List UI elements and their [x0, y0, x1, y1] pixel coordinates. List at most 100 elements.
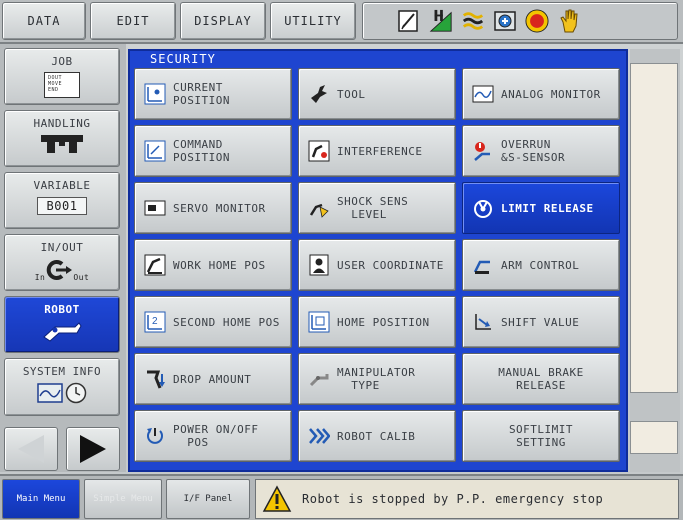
right-small-panel	[630, 421, 678, 454]
interference-button[interactable]: INTERFERENCE	[298, 125, 456, 177]
shift-value-icon	[471, 310, 495, 334]
nav-inout-label: IN/OUT	[40, 241, 84, 254]
warning-icon	[262, 485, 292, 513]
robot-arm-icon	[41, 320, 83, 345]
second-home-pos-label: SECOND HOME POS	[173, 315, 280, 329]
nav-handling-label: HANDLING	[33, 117, 91, 130]
nav-system-info-label: SYSTEM INFO	[22, 365, 102, 378]
analog-monitor-icon	[471, 82, 495, 106]
menu-utility[interactable]: UTILITY	[270, 2, 356, 40]
arm-control-button[interactable]: ARM CONTROL	[462, 239, 620, 291]
manual-brake-release-button[interactable]: MANUAL BRAKE RELEASE	[462, 353, 620, 405]
servo-monitor-icon	[143, 196, 167, 220]
user-coordinate-label: USER COORDINATE	[337, 258, 444, 272]
servo-monitor-button[interactable]: SERVO MONITOR	[134, 182, 292, 234]
second-home-icon: 2	[143, 310, 167, 334]
analog-monitor-button[interactable]: ANALOG MONITOR	[462, 68, 620, 120]
job-icon: DOUT MOVE END	[44, 72, 80, 98]
limit-release-label: LIMIT RELEASE	[501, 201, 594, 215]
emergency-stop-icon	[525, 8, 549, 34]
power-on-off-pos-button[interactable]: POWER ON/OFF POS	[134, 410, 292, 462]
nav-inout[interactable]: IN/OUT In Out	[4, 234, 120, 291]
analog-monitor-label: ANALOG MONITOR	[501, 87, 601, 101]
next-page-button[interactable]	[66, 427, 120, 471]
hand-icon	[557, 8, 581, 34]
servo-monitor-label: SERVO MONITOR	[173, 201, 266, 215]
nav-robot[interactable]: ROBOT	[4, 296, 120, 353]
nav-job[interactable]: JOB DOUT MOVE END	[4, 48, 120, 105]
work-home-pos-button[interactable]: WORK HOME POS	[134, 239, 292, 291]
nav-robot-label: ROBOT	[44, 303, 80, 316]
svg-text:2: 2	[152, 316, 158, 327]
panel-title: SECURITY	[150, 52, 216, 66]
previous-page-button[interactable]	[4, 427, 58, 471]
right-arrow-icon	[80, 435, 106, 463]
power-on-off-pos-label: POWER ON/OFF POS	[173, 423, 259, 449]
tool-label: TOOL	[337, 87, 366, 101]
bottom-bar: Main Menu Simple Menu I/F Panel Robot is…	[0, 474, 683, 520]
shift-value-label: SHIFT VALUE	[501, 315, 580, 329]
interference-icon	[307, 139, 331, 163]
menu-data[interactable]: DATA	[2, 2, 86, 40]
menu-edit[interactable]: EDIT	[90, 2, 176, 40]
shock-sens-icon	[307, 196, 331, 220]
second-home-pos-button[interactable]: 2 SECOND HOME POS	[134, 296, 292, 348]
user-coordinate-button[interactable]: USER COORDINATE	[298, 239, 456, 291]
menu-display[interactable]: DISPLAY	[180, 2, 266, 40]
nav-system-info[interactable]: SYSTEM INFO	[4, 358, 120, 416]
interference-label: INTERFERENCE	[337, 144, 423, 158]
robot-calib-button[interactable]: ROBOT CALIB	[298, 410, 456, 462]
overrun-sensor-icon	[471, 139, 495, 163]
home-position-button[interactable]: HOME POSITION	[298, 296, 456, 348]
nav-handling[interactable]: HANDLING	[4, 110, 120, 167]
pendant-screen: DATA EDIT DISPLAY UTILITY JOB DOUT MOVE …	[0, 0, 683, 520]
work-home-icon	[143, 253, 167, 277]
softlimit-setting-button[interactable]: SOFTLIMIT SETTING	[462, 410, 620, 462]
manipulator-type-button[interactable]: MANIPULATOR TYPE	[298, 353, 456, 405]
variable-value: B001	[37, 197, 87, 215]
left-navigation: JOB DOUT MOVE END HANDLING VARIABLE B001…	[0, 44, 126, 472]
user-coordinate-icon	[307, 253, 331, 277]
shift-value-button[interactable]: SHIFT VALUE	[462, 296, 620, 348]
manipulator-type-label: MANIPULATOR TYPE	[337, 366, 416, 392]
right-display-area	[630, 63, 678, 393]
simple-menu-button[interactable]: Simple Menu	[84, 479, 162, 519]
overrun-sensor-button[interactable]: OVERRUN &S-SENSOR	[462, 125, 620, 177]
arm-control-icon	[471, 253, 495, 277]
current-position-button[interactable]: CURRENT POSITION	[134, 68, 292, 120]
if-panel-button[interactable]: I/F Panel	[166, 479, 250, 519]
main-menu-button[interactable]: Main Menu	[2, 479, 80, 519]
left-arrow-icon	[18, 435, 44, 463]
current-position-label: CURRENT POSITION	[173, 81, 230, 107]
manipulator-type-icon	[307, 367, 331, 391]
status-icon-area	[362, 2, 678, 40]
manual-brake-release-label: MANUAL BRAKE RELEASE	[498, 366, 584, 392]
command-position-button[interactable]: COMMAND POSITION	[134, 125, 292, 177]
edit-mode-icon	[397, 8, 421, 34]
nav-variable-label: VARIABLE	[33, 179, 91, 192]
limit-release-button[interactable]: LIMIT RELEASE	[462, 182, 620, 234]
robot-calib-label: ROBOT CALIB	[337, 429, 416, 443]
command-position-label: COMMAND POSITION	[173, 138, 230, 164]
right-side-area	[630, 49, 680, 472]
nav-variable[interactable]: VARIABLE B001	[4, 172, 120, 229]
shock-sens-button[interactable]: SHOCK SENS LEVEL	[298, 182, 456, 234]
message-bar: Robot is stopped by P.P. emergency stop	[255, 479, 679, 519]
in-out-icon: In Out	[35, 258, 90, 282]
arm-control-label: ARM CONTROL	[501, 258, 580, 272]
robot-calib-icon	[307, 424, 331, 448]
out-label: Out	[73, 273, 90, 282]
drop-amount-button[interactable]: DROP AMOUNT	[134, 353, 292, 405]
command-position-icon	[143, 139, 167, 163]
cycle-mode-icon	[461, 8, 485, 34]
tool-button[interactable]: TOOL	[298, 68, 456, 120]
softlimit-setting-label: SOFTLIMIT SETTING	[508, 423, 574, 449]
power-on-off-icon	[143, 424, 167, 448]
top-menu-bar: DATA EDIT DISPLAY UTILITY	[0, 0, 683, 44]
system-info-icon	[37, 382, 87, 404]
servo-status-icon	[493, 8, 517, 34]
status-message: Robot is stopped by P.P. emergency stop	[302, 492, 604, 506]
gripper-icon	[39, 134, 85, 157]
drop-amount-icon	[143, 367, 167, 391]
overrun-sensor-label: OVERRUN &S-SENSOR	[501, 138, 566, 164]
